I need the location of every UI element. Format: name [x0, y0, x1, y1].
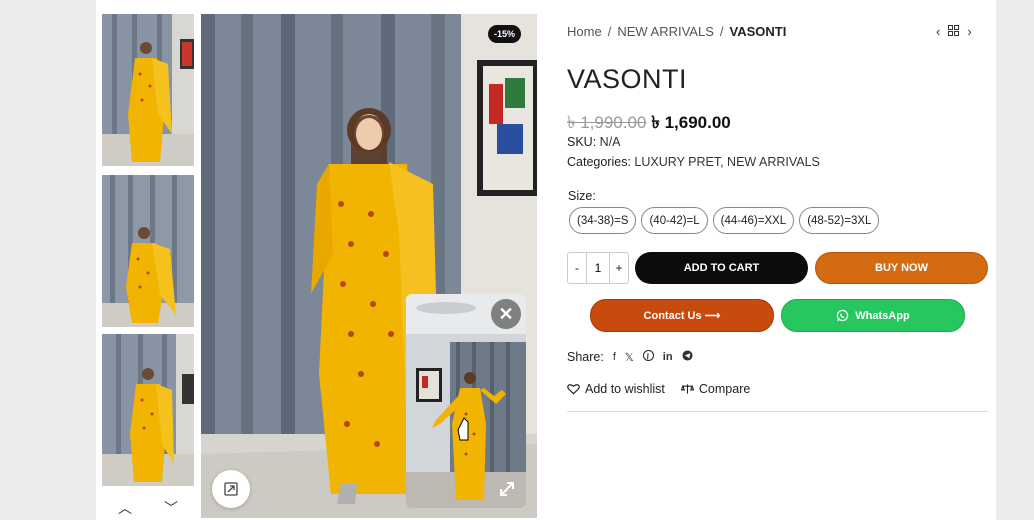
divider: [567, 411, 988, 412]
breadcrumb: Home / NEW ARRIVALS / VASONTI: [567, 24, 786, 39]
thumbnail-up-button[interactable]: ︿: [102, 496, 148, 520]
thumbnail-3[interactable]: [102, 334, 194, 486]
product-title: VASONTI: [567, 64, 688, 94]
zoom-button[interactable]: [212, 470, 250, 508]
breadcrumb-home[interactable]: Home: [567, 24, 602, 39]
pinterest-icon[interactable]: [642, 349, 654, 364]
expand-icon: [224, 482, 238, 496]
size-option-3xl[interactable]: (48-52)=3XL: [799, 207, 880, 234]
linkedin-icon[interactable]: in: [663, 351, 673, 363]
next-product-icon[interactable]: ›: [967, 24, 971, 39]
compare-icon: [680, 384, 694, 394]
categories-value[interactable]: LUXURY PRET, NEW ARRIVALS: [634, 155, 819, 169]
expand-video-button[interactable]: [496, 478, 518, 500]
size-label: Size:: [568, 189, 596, 203]
size-option-l[interactable]: (40-42)=L: [641, 207, 708, 234]
prev-product-icon[interactable]: ‹: [936, 24, 940, 39]
breadcrumb-separator: /: [607, 24, 612, 39]
grid-icon[interactable]: [948, 24, 960, 39]
product-navigation: ‹ ›: [936, 24, 972, 39]
breadcrumb-separator: /: [719, 24, 724, 39]
quantity-stepper: - +: [567, 252, 629, 284]
fullscreen-icon: [500, 482, 514, 496]
add-to-cart-button[interactable]: ADD TO CART: [635, 252, 808, 284]
wishlist-label: Add to wishlist: [585, 382, 665, 396]
share-row: Share: f 𝕏 in: [567, 349, 693, 364]
telegram-icon[interactable]: [682, 350, 693, 364]
quantity-input[interactable]: [586, 253, 610, 283]
sku-value: N/A: [599, 135, 621, 149]
breadcrumb-current: VASONTI: [729, 24, 787, 39]
share-label: Share:: [567, 350, 604, 364]
breadcrumb-category[interactable]: NEW ARRIVALS: [617, 24, 714, 39]
add-to-wishlist-link[interactable]: Add to wishlist: [567, 382, 665, 396]
whatsapp-label: WhatsApp: [855, 309, 910, 322]
product-actions: Add to wishlist Compare: [567, 382, 750, 396]
discount-badge: -15%: [488, 25, 522, 43]
size-option-s[interactable]: (34-38)=S: [569, 207, 637, 234]
whatsapp-icon: [837, 309, 849, 322]
quantity-decrease-button[interactable]: -: [568, 253, 586, 283]
quantity-increase-button[interactable]: +: [610, 253, 628, 283]
chevron-down-icon: ﹀: [164, 500, 178, 516]
whatsapp-button[interactable]: WhatsApp: [781, 299, 965, 332]
product-price: ৳ 1,990.00 ৳ 1,690.00: [567, 110, 731, 138]
product-page: ︿ ﹀ -15% ✕ Home / NEW ARRIVALS / VASONTI…: [0, 0, 1034, 520]
old-price: ৳ 1,990.00: [567, 113, 647, 132]
thumbnail-down-button[interactable]: ﹀: [148, 496, 194, 520]
thumbnail-2[interactable]: [102, 175, 194, 327]
compare-label: Compare: [698, 382, 751, 396]
compare-link[interactable]: Compare: [680, 382, 751, 396]
size-option-xxl[interactable]: (44-46)=XXL: [712, 207, 795, 234]
sale-price: ৳ 1,690.00: [651, 113, 731, 132]
chevron-up-icon: ︿: [118, 500, 132, 516]
categories-label: Categories:: [567, 155, 631, 169]
size-options: (34-38)=S (40-42)=L (44-46)=XXL (48-52)=…: [569, 207, 880, 234]
thumbnail-1[interactable]: [102, 14, 194, 166]
sku-label: SKU:: [567, 135, 597, 149]
contact-us-button[interactable]: Contact Us ⟶: [590, 299, 774, 332]
sku: SKU: N/A: [567, 135, 621, 149]
close-video-button[interactable]: ✕: [491, 299, 521, 329]
heart-icon: [567, 384, 580, 395]
x-twitter-icon[interactable]: 𝕏: [625, 351, 634, 364]
close-icon: ✕: [498, 303, 514, 324]
facebook-icon[interactable]: f: [613, 351, 616, 363]
categories: Categories: LUXURY PRET, NEW ARRIVALS: [567, 155, 820, 169]
buy-now-button[interactable]: BUY NOW: [815, 252, 988, 284]
